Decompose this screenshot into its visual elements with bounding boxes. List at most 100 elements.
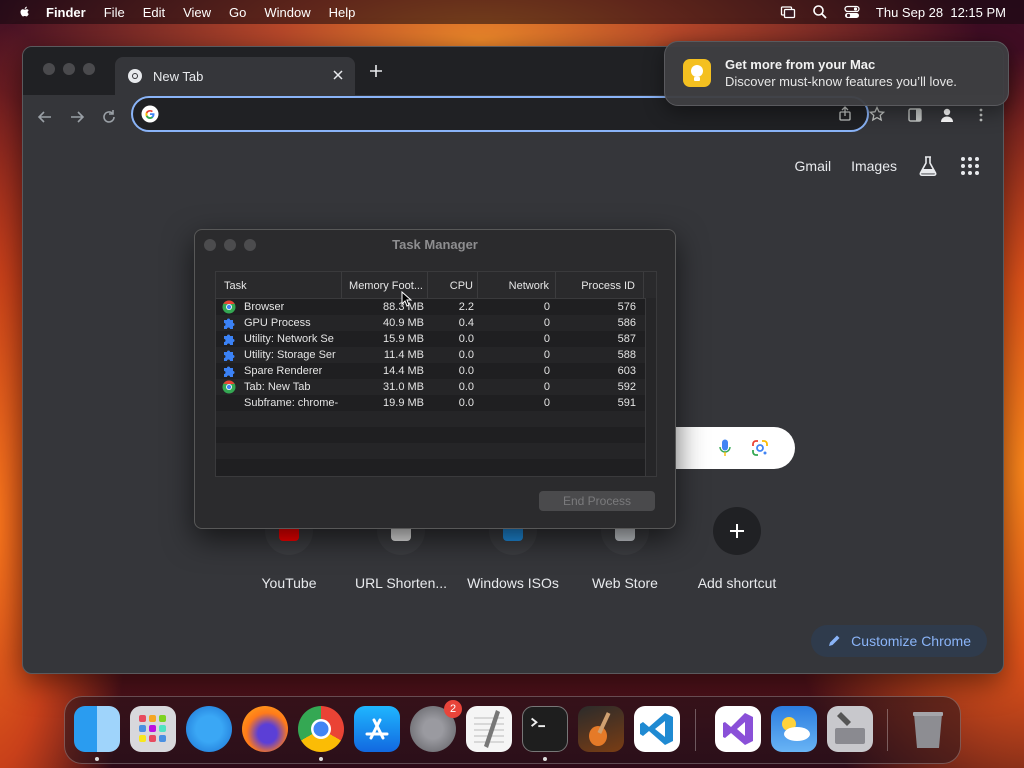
notification-body: Discover must-know features you’ll love. <box>725 74 957 89</box>
dock-system-settings-icon[interactable]: 2 <box>410 700 462 752</box>
google-lens-icon[interactable] <box>751 439 769 457</box>
side-panel-icon[interactable] <box>907 107 923 123</box>
ntp-search-box[interactable] <box>671 427 795 469</box>
menu-view[interactable]: View <box>183 5 211 20</box>
dock-launchpad-icon[interactable] <box>130 706 176 752</box>
table-row[interactable]: Tab: New Tab 31.0 MB 0.0 0 592 <box>216 379 656 395</box>
column-header-task[interactable]: Task <box>216 272 342 298</box>
dock-app-store-icon[interactable] <box>354 706 400 752</box>
pencil-icon <box>829 635 840 646</box>
dock-garageband-icon[interactable] <box>578 706 624 752</box>
task-name: GPU Process <box>244 317 311 329</box>
column-header-network[interactable]: Network <box>478 272 556 298</box>
puzzle-icon <box>224 350 235 361</box>
share-icon[interactable] <box>837 106 853 122</box>
images-link[interactable]: Images <box>851 158 897 174</box>
task-manager-title: Task Manager <box>392 237 478 252</box>
cell-process-id: 576 <box>617 301 636 313</box>
column-header-cpu[interactable]: CPU <box>428 272 478 298</box>
shortcut-label: URL Shorten... <box>354 575 448 591</box>
spotlight-search-icon[interactable] <box>812 4 828 20</box>
gmail-link[interactable]: Gmail <box>795 158 832 174</box>
dock-utility-icon[interactable] <box>827 706 873 752</box>
dock-trash-icon[interactable] <box>905 706 951 752</box>
control-center-icon[interactable] <box>844 4 860 20</box>
voice-search-mic-icon[interactable] <box>719 439 731 457</box>
close-tab-icon[interactable] <box>331 68 345 82</box>
labs-flask-icon[interactable] <box>917 155 939 177</box>
dock-safari-icon[interactable] <box>186 706 232 752</box>
cell-network: 0 <box>543 301 550 313</box>
menu-go[interactable]: Go <box>229 5 246 20</box>
task-manager-titlebar[interactable]: Task Manager <box>195 230 675 258</box>
dock-weather-icon[interactable] <box>771 706 817 752</box>
menubar-clock[interactable]: Thu Sep 28 12:15 PM <box>876 5 1006 20</box>
puzzle-icon <box>224 366 235 377</box>
cell-task: Spare Renderer <box>216 364 342 378</box>
end-process-button[interactable]: End Process <box>539 491 655 511</box>
close-window-button[interactable] <box>43 63 55 75</box>
cell-network: 0 <box>543 397 550 409</box>
dock-separator <box>695 709 696 751</box>
table-header: Task Memory Foot... CPU Network Process … <box>216 272 656 299</box>
menu-app-finder[interactable]: Finder <box>46 5 86 20</box>
cell-network: 0 <box>543 333 550 345</box>
dock-finder-icon[interactable] <box>74 706 120 752</box>
forward-arrow-icon[interactable] <box>69 109 85 125</box>
shortcut-label: Web Store <box>592 575 658 591</box>
reload-icon[interactable] <box>101 109 117 125</box>
table-row[interactable]: Browser 88.3 MB 2.2 0 576 <box>216 299 656 315</box>
menu-edit[interactable]: Edit <box>143 5 165 20</box>
menu-window[interactable]: Window <box>264 5 310 20</box>
google-apps-grid-icon[interactable] <box>959 155 981 177</box>
cell-task: Tab: New Tab <box>216 380 342 394</box>
cell-memory: 15.9 MB <box>383 333 424 345</box>
dock-chrome-icon[interactable] <box>298 706 344 752</box>
table-row[interactable]: Utility: Storage Ser 11.4 MB 0.0 0 588 <box>216 347 656 363</box>
notification-badge: 2 <box>444 700 462 718</box>
window-controls <box>43 63 95 75</box>
bookmark-star-icon[interactable] <box>869 106 885 122</box>
dock-separator <box>887 709 888 751</box>
zoom-window-button[interactable] <box>83 63 95 75</box>
new-tab-plus-icon[interactable] <box>369 64 383 78</box>
running-indicator <box>543 757 547 761</box>
blank-icon <box>222 396 236 410</box>
dock: 2 <box>64 696 961 764</box>
cell-cpu: 2.2 <box>458 301 474 313</box>
chrome-menu-kebab-icon[interactable] <box>973 107 989 123</box>
cell-task: Utility: Storage Ser <box>216 348 342 362</box>
tab-new-tab[interactable]: New Tab <box>115 57 355 95</box>
shortcut-label: Windows ISOs <box>467 575 559 591</box>
back-arrow-icon[interactable] <box>37 109 53 125</box>
dock-firefox-icon[interactable] <box>242 706 288 752</box>
table-row[interactable]: Spare Renderer 14.4 MB 0.0 0 603 <box>216 363 656 379</box>
dock-visual-studio-icon[interactable] <box>715 706 761 752</box>
apple-logo-icon[interactable] <box>18 5 32 19</box>
dock-textedit-icon[interactable] <box>466 706 512 752</box>
column-header-process-id[interactable]: Process ID <box>556 272 644 298</box>
profile-icon[interactable] <box>939 107 955 123</box>
customize-chrome-label: Customize Chrome <box>851 633 971 649</box>
menu-help[interactable]: Help <box>329 5 356 20</box>
table-scrollbar[interactable] <box>645 298 656 476</box>
notification-banner[interactable]: Get more from your Mac Discover must-kno… <box>664 41 1009 106</box>
cell-process-id: 592 <box>617 381 636 393</box>
table-row[interactable]: GPU Process 40.9 MB 0.4 0 586 <box>216 315 656 331</box>
table-row[interactable]: Subframe: chrome- 19.9 MB 0.0 0 591 <box>216 395 656 411</box>
cell-task: Subframe: chrome- <box>216 396 342 410</box>
customize-chrome-button[interactable]: Customize Chrome <box>811 625 987 657</box>
chrome-icon <box>222 300 236 314</box>
minimize-window-button[interactable] <box>63 63 75 75</box>
column-header-memory[interactable]: Memory Foot... <box>342 272 428 298</box>
table-row <box>216 427 656 443</box>
dock-vscode-icon[interactable] <box>634 706 680 752</box>
menu-file[interactable]: File <box>104 5 125 20</box>
dock-terminal-icon[interactable] <box>522 706 568 752</box>
cell-process-id: 587 <box>617 333 636 345</box>
shortcut-add[interactable]: Add shortcut <box>681 507 793 591</box>
table-row <box>216 443 656 459</box>
table-row[interactable]: Utility: Network Se 15.9 MB 0.0 0 587 <box>216 331 656 347</box>
cell-process-id: 603 <box>617 365 636 377</box>
screen-mirroring-icon[interactable] <box>780 4 796 20</box>
